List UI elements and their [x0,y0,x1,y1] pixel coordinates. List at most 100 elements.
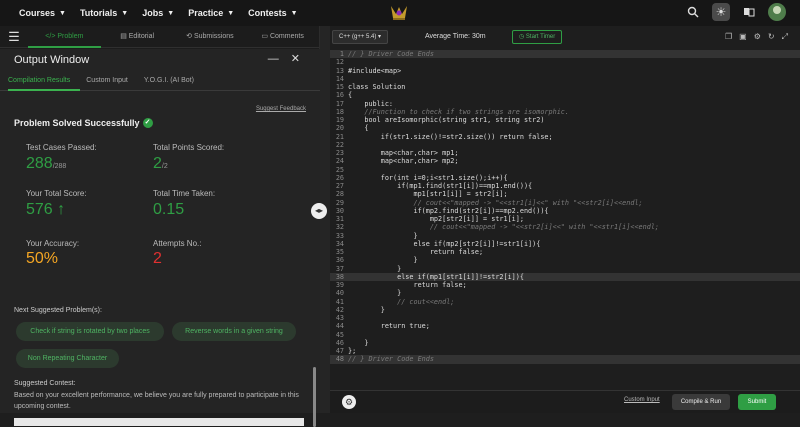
code-line[interactable]: 37 } [330,265,800,273]
editor-settings-icon[interactable]: ⚙ [342,395,356,409]
code-text: // cout<<"mapped -> "<<str1[i]<<" with "… [348,198,643,207]
test-cases-label: Test Cases Passed: [26,143,97,152]
code-line[interactable]: 26 for(int i=0;i<str1.size();i++){ [330,174,800,182]
submit-button[interactable]: Submit [738,394,776,410]
code-line[interactable]: 48 // } Driver Code Ends [330,355,800,364]
tab-problem[interactable]: </> Problem [28,26,101,48]
code-line[interactable]: 31 mp2[str2[i]] = str1[i]; [330,215,800,223]
code-line[interactable]: 12 [330,58,800,66]
tab-editorial[interactable]: ▤ Editorial [101,26,174,48]
language-select[interactable]: C++ (g++ 5.4) ▾ [332,30,389,44]
points-value: 2/2 [153,155,168,173]
code-text: { [348,124,369,133]
fullscreen-icon[interactable]: ⤢ [782,32,788,42]
code-line[interactable]: 1 // } Driver Code Ends [330,50,800,59]
nav-courses[interactable]: Courses ▼ [19,8,66,18]
reset-icon[interactable]: ↻ [768,32,775,42]
custom-input-link[interactable]: Custom Input [624,397,660,403]
arrow-up-icon: ↑ [57,201,66,218]
code-line[interactable]: 23 map<char,char> mp1; [330,149,800,157]
minimize-icon[interactable]: — [268,53,279,65]
code-line[interactable]: 27 if(mp1.find(str1[i])==mp1.end()){ [330,182,800,190]
nav-jobs[interactable]: Jobs ▼ [142,8,174,18]
line-number: 1 [339,50,344,58]
code-text: } [348,231,418,240]
suggestion-chip[interactable]: Reverse words in a given string [172,322,296,341]
line-number: 19 [335,116,344,124]
code-line[interactable]: 45 [330,331,800,339]
line-number: 34 [335,239,344,248]
code-line[interactable]: 43 [330,314,800,322]
search-icon[interactable] [684,3,702,21]
code-line[interactable]: 18 //Function to check if two strings ar… [330,108,800,116]
code-line[interactable]: 15 class Solution [330,83,800,91]
problem-panel: ☰ </> Problem ▤ Editorial ⟲ Submissions … [0,26,320,427]
code-line[interactable]: 24 map<char,char> mp2; [330,157,800,165]
settings-icon[interactable]: ⚙ [754,32,761,42]
nav-practice-label: Practice [188,8,224,18]
tab-compilation-results[interactable]: Compilation Results [8,71,81,91]
code-line[interactable]: 30 if(mp2.find(str2[i])==mp2.end()){ [330,207,800,215]
code-line[interactable]: 44 return true; [330,322,800,330]
copy-icon[interactable]: ❐ [725,32,732,42]
code-line[interactable]: 25 [330,166,800,174]
code-line[interactable]: 19 bool areIsomorphic(string str1, strin… [330,116,800,124]
contest-card[interactable] [14,418,304,426]
tab-comments[interactable]: ▭ Comments [246,26,319,48]
code-text: } [348,289,402,298]
suggestion-chip[interactable]: Check if string is rotated by two places [16,322,164,341]
code-line[interactable]: 36 } [330,256,800,264]
code-line[interactable]: 34 else if(mp2[str2[i]]!=str1[i]){ [330,240,800,248]
code-line[interactable]: 16 { [330,91,800,99]
chevron-down-icon: ▼ [290,9,298,17]
code-line[interactable]: 32 // cout<<"mapped -> "<<str2[i]<<" wit… [330,223,800,231]
nav-contests[interactable]: Contests ▼ [248,8,297,18]
compile-run-button[interactable]: Compile & Run [672,394,730,410]
code-line[interactable]: 28 mp1[str1[i]] = str2[i]; [330,190,800,198]
logo-icon[interactable] [388,3,410,23]
start-timer-button[interactable]: ◷ Start Timer [512,30,563,44]
code-line[interactable]: 40 } [330,289,800,297]
code-line[interactable]: 41 // cout<<endl; [330,298,800,306]
code-text: bool areIsomorphic(string str1, string s… [348,116,545,124]
code-line[interactable]: 38 else if(mp1[str1[i]]!=str2[i]){ [330,272,800,281]
code-line[interactable]: 21 if(str1.size()!=str2.size()) return f… [330,133,800,141]
code-line[interactable]: 35 return false; [330,248,800,256]
code-line[interactable]: 13 #include<map> [330,67,800,75]
code-line[interactable]: 39 return false; [330,281,800,289]
tab-yogi-bot[interactable]: Y.O.G.I. (AI Bot) [144,71,204,91]
panel-divider[interactable] [320,26,330,413]
code-line[interactable]: 22 [330,141,800,149]
nav-courses-label: Courses [19,8,56,18]
line-number: 46 [335,338,344,347]
code-line[interactable]: 20 { [330,124,800,132]
theme-toggle-icon[interactable]: ☀ [712,3,730,21]
code-line[interactable]: 33 } [330,232,800,240]
code-editor[interactable]: 1// } Driver Code Ends 12 13 #include<map> 1… [330,48,800,389]
code-text: map<char,char> mp2; [348,157,459,166]
tab-submissions[interactable]: ⟲ Submissions [174,26,247,48]
time-label: Total Time Taken: [153,189,216,198]
suggestion-chip[interactable]: Non Repeating Character [16,349,119,368]
paste-icon[interactable]: ▣ [739,32,747,42]
code-text: class Solution [348,83,406,91]
code-line[interactable]: 14 [330,75,800,83]
menu-icon[interactable]: ☰ [0,29,28,45]
code-line[interactable]: 42 } [330,306,800,314]
tab-custom-input[interactable]: Custom Input [86,71,138,91]
code-line[interactable]: 47}; [330,347,800,355]
scrollbar[interactable] [313,367,316,427]
nav-practice[interactable]: Practice ▼ [188,8,234,18]
timer-icon: ◷ [519,34,525,40]
code-line[interactable]: 29 // cout<<"mapped -> "<<str1[i]<<" wit… [330,199,800,207]
resize-handle-icon[interactable]: ◂▸ [311,203,327,219]
close-icon[interactable]: ✕ [291,53,300,65]
suggest-feedback-link[interactable]: Suggest Feedback [256,106,306,112]
line-number: 18 [335,107,344,116]
nav-tutorials-label: Tutorials [79,8,118,18]
code-line[interactable]: 17 public: [330,100,800,108]
translate-icon[interactable] [740,3,758,21]
nav-tutorials[interactable]: Tutorials ▼ [80,8,128,18]
code-line[interactable]: 46 } [330,339,800,347]
avatar[interactable] [768,3,786,21]
